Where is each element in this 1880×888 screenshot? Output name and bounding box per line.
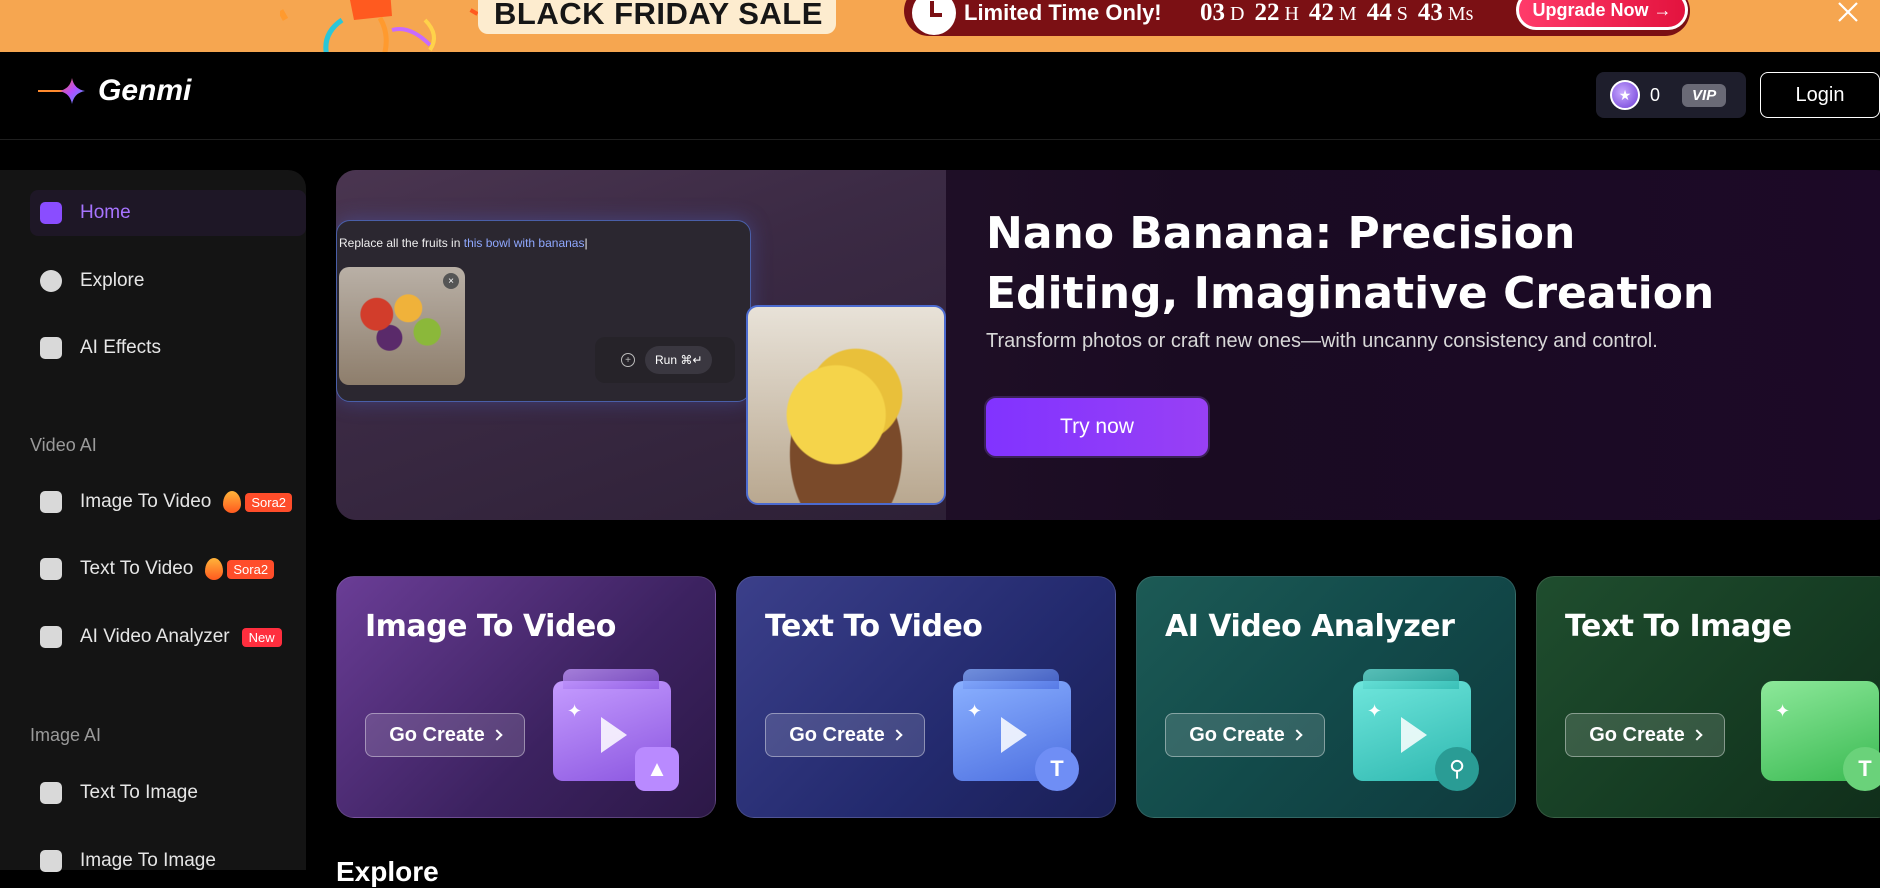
- chevron-right-icon: [891, 729, 903, 741]
- sparkle-icon: ✦: [567, 701, 583, 721]
- sidebar-item-label: Home: [80, 202, 131, 223]
- chevron-right-icon: [1691, 729, 1703, 741]
- compass-icon: [40, 270, 62, 292]
- limited-time-text: Limited Time Only!: [964, 0, 1162, 25]
- brand-name: Genmi: [98, 74, 192, 107]
- logo[interactable]: Genmi: [38, 74, 191, 108]
- promo-banner: BLACK FRIDAY SALE Limited Time Only! 03 D…: [0, 0, 1880, 52]
- play-icon: [1001, 717, 1027, 753]
- sidebar-item-label: Text To Image: [80, 782, 198, 803]
- login-button[interactable]: Login: [1760, 72, 1880, 118]
- credits-widget[interactable]: ★ 0 VIP: [1596, 72, 1746, 118]
- sparkle-icon: ✦: [1367, 701, 1383, 721]
- sidebar-item-text-to-video[interactable]: Text To Video Sora2: [30, 546, 306, 592]
- card-title: Text To Image: [1565, 609, 1792, 644]
- sidebar-item-ai-video-analyzer[interactable]: AI Video Analyzer New: [30, 614, 306, 660]
- remove-image-icon: ×: [443, 273, 459, 289]
- countdown-seconds: 44 S: [1366, 0, 1408, 26]
- try-now-button[interactable]: Try now: [984, 396, 1210, 458]
- image-icon: ▲: [635, 747, 679, 791]
- fire-icon: [223, 491, 242, 513]
- upgrade-now-button[interactable]: Upgrade Now →: [1516, 0, 1688, 30]
- card-title: Image To Video: [365, 609, 616, 644]
- top-navigation: Genmi ★ 0 VIP Login: [0, 52, 1880, 140]
- hero-banner[interactable]: Replace all the fruits in this bowl with…: [336, 170, 1880, 520]
- new-badge: New: [241, 627, 282, 647]
- chevron-right-icon: [491, 729, 503, 741]
- sidebar-item-label: Explore: [80, 270, 145, 291]
- chevron-right-icon: [1291, 729, 1303, 741]
- countdown-minutes: 42 M: [1308, 0, 1357, 26]
- video-ai-heading: Video AI: [30, 435, 97, 455]
- hero-title: Nano Banana: Precision Editing, Imaginat…: [986, 208, 1715, 319]
- fruit-bowl-image: ×: [339, 267, 465, 385]
- sora2-badge: Sora2: [245, 492, 293, 512]
- sidebar-item-label: AI Effects: [80, 337, 161, 358]
- text-t-icon: T: [1843, 747, 1880, 791]
- hero-illustration: Replace all the fruits in this bowl with…: [336, 170, 946, 520]
- go-create-button[interactable]: Go Create: [1565, 713, 1725, 757]
- sidebar: Home Explore AI Effects Video AI Image T…: [0, 170, 306, 872]
- video-folder-icon: ✦ ⚲: [1353, 669, 1479, 791]
- sparkle-icon: ✦: [967, 701, 983, 721]
- prompt-text: Replace all the fruits in this bowl with…: [339, 236, 588, 250]
- video-folder-icon: ✦ T: [953, 669, 1079, 791]
- text-t-icon: T: [1035, 747, 1079, 791]
- coin-icon: ★: [1610, 80, 1640, 110]
- go-create-button[interactable]: Go Create: [1165, 713, 1325, 757]
- magnifier-icon: ⚲: [1435, 747, 1479, 791]
- effects-icon: [40, 337, 62, 359]
- card-text-to-video[interactable]: Text To Video Go Create ✦ T: [736, 576, 1116, 818]
- prompt-card: Replace all the fruits in this bowl with…: [336, 220, 751, 402]
- plus-icon: +: [621, 353, 635, 367]
- sidebar-item-explore[interactable]: Explore: [30, 258, 306, 304]
- card-title: Text To Video: [765, 609, 983, 644]
- explore-section-heading: Explore: [336, 856, 439, 887]
- sidebar-item-label: AI Video Analyzer: [80, 626, 230, 647]
- go-create-button[interactable]: Go Create: [765, 713, 925, 757]
- sidebar-item-label: Image To Image: [80, 850, 216, 871]
- sidebar-item-label: Image To Video: [80, 491, 212, 512]
- sora2-badge: Sora2: [227, 559, 275, 579]
- text-image-icon: [40, 782, 62, 804]
- sidebar-item-image-to-image[interactable]: Image To Image: [30, 838, 306, 884]
- banana-bowl-image: [746, 305, 946, 505]
- countdown-days: 03 D: [1200, 0, 1245, 26]
- play-icon: [1401, 717, 1427, 753]
- fire-icon: [205, 558, 224, 580]
- sidebar-item-ai-effects[interactable]: AI Effects: [30, 325, 306, 371]
- vip-badge[interactable]: VIP: [1682, 83, 1727, 107]
- countdown-ms: 43 Ms: [1417, 0, 1474, 26]
- image-video-icon: [40, 491, 62, 513]
- image-image-icon: [40, 850, 62, 872]
- sale-headline: BLACK FRIDAY SALE: [494, 0, 823, 31]
- home-icon: [40, 202, 62, 224]
- hero-subtitle: Transform photos or craft new ones—with …: [986, 330, 1658, 352]
- video-folder-icon: ✦ ▲: [553, 669, 679, 791]
- sidebar-item-image-to-video[interactable]: Image To Video Sora2: [30, 479, 306, 525]
- card-image-to-video[interactable]: Image To Video Go Create ✦ ▲: [336, 576, 716, 818]
- card-ai-video-analyzer[interactable]: AI Video Analyzer Go Create ✦ ⚲: [1136, 576, 1516, 818]
- run-bar: + Run ⌘↵: [595, 337, 735, 383]
- card-title: AI Video Analyzer: [1165, 609, 1455, 644]
- countdown-timer: 03 D 22 H 42 M 44 S 43 Ms: [1200, 0, 1473, 27]
- sparkle-icon: ✦: [1775, 701, 1791, 721]
- credit-count: 0: [1650, 84, 1661, 105]
- sidebar-item-home[interactable]: Home: [30, 190, 306, 236]
- close-icon[interactable]: [1836, 0, 1860, 24]
- sidebar-item-label: Text To Video: [80, 558, 194, 579]
- run-button: Run ⌘↵: [645, 346, 713, 374]
- image-ai-heading: Image AI: [30, 725, 102, 745]
- go-create-button[interactable]: Go Create: [365, 713, 525, 757]
- image-frame-icon: ✦ T: [1761, 681, 1880, 791]
- countdown-hours: 22 H: [1254, 0, 1299, 26]
- card-text-to-image[interactable]: Text To Image Go Create ✦ T: [1536, 576, 1880, 818]
- sparkle-logo-icon: [38, 78, 85, 104]
- text-video-icon: [40, 558, 62, 580]
- play-icon: [601, 717, 627, 753]
- video-analyzer-icon: [40, 626, 62, 648]
- sidebar-item-text-to-image[interactable]: Text To Image: [30, 770, 306, 816]
